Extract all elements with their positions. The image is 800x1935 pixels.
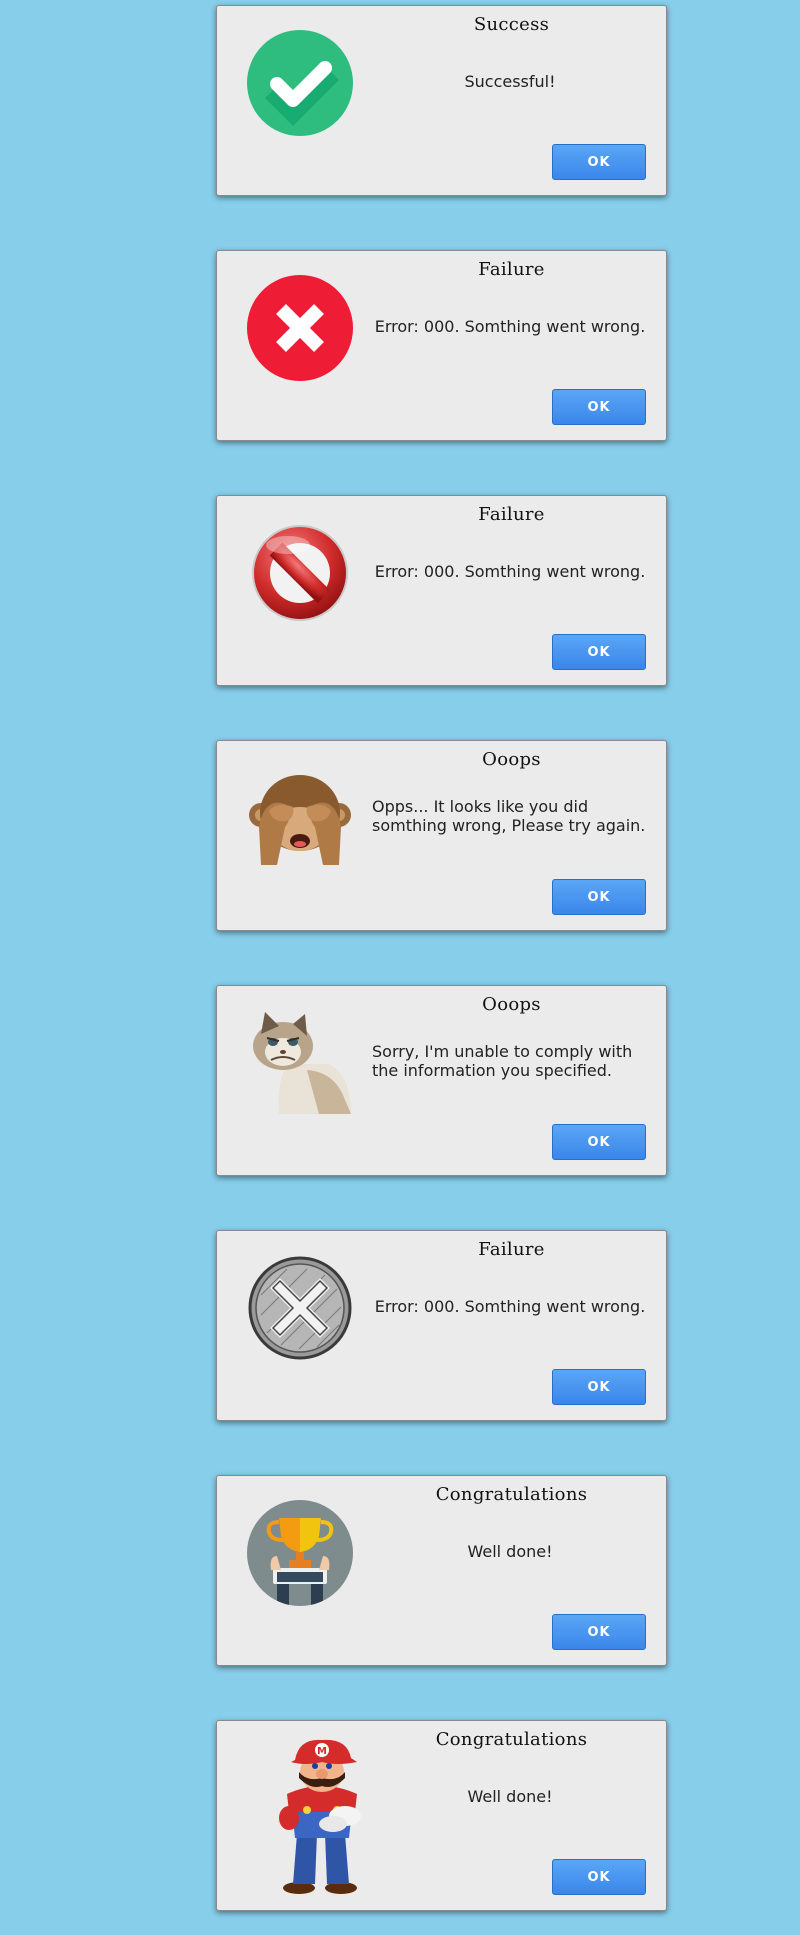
ok-button[interactable]: OK <box>552 1614 646 1650</box>
ok-button[interactable]: OK <box>552 879 646 915</box>
failure-dialog: Failure Error: 000. Somthing went wrong.… <box>216 495 667 686</box>
ok-button[interactable]: OK <box>552 1124 646 1160</box>
failure-dialog: Failure Error: 000. Somthing went wrong.… <box>216 1230 667 1421</box>
dialog-message: Error: 000. Somthing went wrong. <box>374 1296 646 1316</box>
congratulations-dialog: Congratulations Well done! OK <box>216 1475 667 1666</box>
ok-button[interactable]: OK <box>552 144 646 180</box>
dialog-title: Congratulations <box>435 1484 588 1505</box>
trophy-icon <box>245 1498 355 1608</box>
dialog-message: Well done! <box>467 1786 553 1806</box>
ok-button[interactable]: OK <box>552 1369 646 1405</box>
ooops-dialog: Ooops Sorry, I'm unable to comply with t… <box>216 985 667 1176</box>
ok-button[interactable]: OK <box>552 1859 646 1895</box>
see-no-evil-monkey-icon <box>245 763 355 873</box>
grumpy-cat-icon <box>245 1008 355 1118</box>
dialog-title: Failure <box>478 259 545 280</box>
dialog-message: Opps... It looks like you did somthing w… <box>372 797 646 835</box>
dialog-title: Failure <box>478 1239 545 1260</box>
congratulations-dialog: M Congratulations Well done! OK <box>216 1720 667 1911</box>
dialog-title: Ooops <box>482 994 541 1015</box>
ooops-dialog: Ooops Opps... It looks like you did somt… <box>216 740 667 931</box>
dialog-message: Error: 000. Somthing went wrong. <box>374 561 646 581</box>
sketch-x-circle-icon <box>245 1253 355 1363</box>
dialog-title: Success <box>473 14 550 35</box>
ok-button[interactable]: OK <box>552 389 646 425</box>
success-dialog: Success Successful! OK <box>216 5 667 196</box>
dialog-message: Well done! <box>467 1541 553 1561</box>
dialog-message: Sorry, I'm unable to comply with the inf… <box>372 1042 633 1080</box>
dialog-message: Successful! <box>464 71 556 91</box>
dialog-title: Failure <box>478 504 545 525</box>
ok-button[interactable]: OK <box>552 634 646 670</box>
mario-icon: M <box>267 1731 377 1901</box>
red-x-circle-icon <box>245 273 355 383</box>
dialog-title: Ooops <box>482 749 541 770</box>
svg-text:M: M <box>317 1746 327 1757</box>
dialog-title: Congratulations <box>435 1729 588 1750</box>
dialog-message: Error: 000. Somthing went wrong. <box>374 316 646 336</box>
failure-dialog: Failure Error: 000. Somthing went wrong.… <box>216 250 667 441</box>
no-entry-icon <box>245 518 355 628</box>
check-circle-icon <box>245 28 355 138</box>
